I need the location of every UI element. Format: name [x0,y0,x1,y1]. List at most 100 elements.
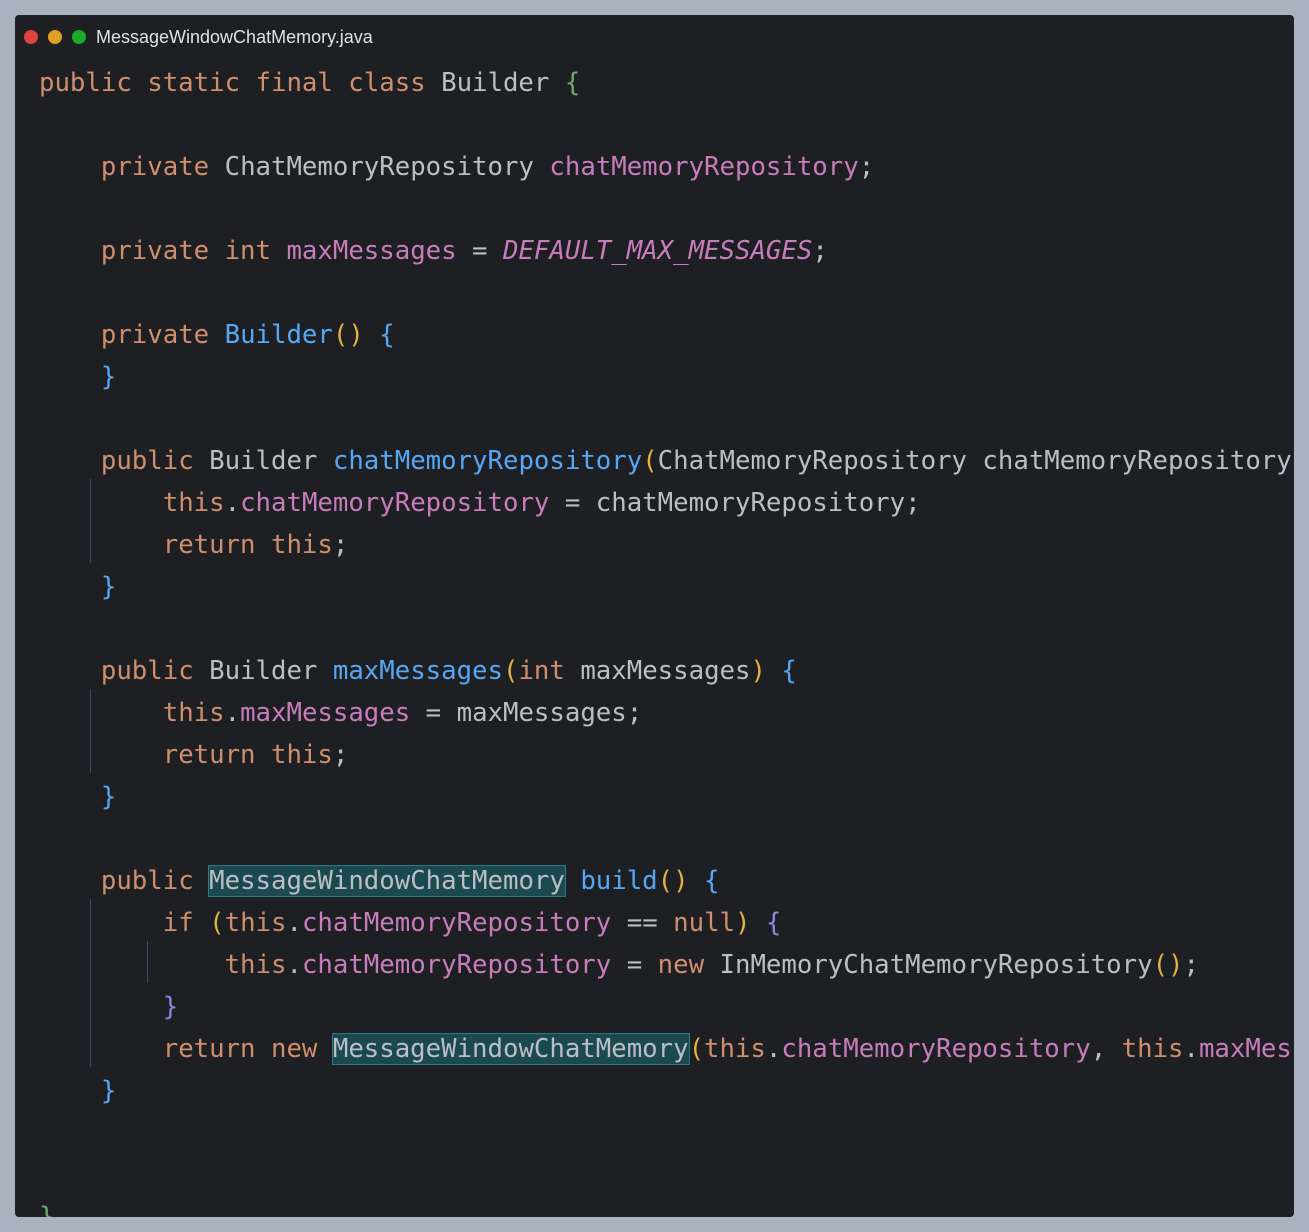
code-token: . [286,950,302,980]
code-token: () [1152,950,1184,980]
code-token: this [162,488,225,518]
code-token: ) [1292,446,1294,476]
code-token: . [1183,1034,1199,1064]
code-token: maxMessages [240,698,411,728]
code-line: } [39,566,1294,608]
code-token: } [39,1202,55,1217]
code-line: } [39,986,1294,1028]
code-token: ) [735,908,751,938]
code-token: = chatMemoryRepository; [549,488,921,518]
code-token: Builder [209,656,333,686]
code-token: { [781,656,797,686]
code-line: this.chatMemoryRepository = chatMemoryRe… [39,482,1294,524]
code-token: { [379,320,395,350]
code-token: { [564,68,581,98]
code-token: public [100,446,210,476]
code-token: return this [162,530,333,560]
code-token: public static final class [39,68,442,98]
code-token: ; [858,152,875,182]
code-token: chatMemoryRepository [781,1034,1091,1064]
code-token: chatMemoryRepository [301,950,612,980]
code-line: public static final class Builder { [39,62,1294,104]
code-token: return this [162,740,333,770]
code-line: public Builder chatMemoryRepository(Chat… [39,440,1294,482]
code-token: ( [688,1034,705,1064]
code-token: maxMessages [286,236,457,266]
code-token: } [100,362,117,392]
code-token: private [100,320,225,350]
code-view[interactable]: public static final class Builder { priv… [39,62,1294,1217]
code-line: } [39,1070,1294,1112]
code-token: new [657,950,720,980]
code-token: { [704,866,720,896]
code-token: () [657,866,689,896]
code-token: return new [162,1034,333,1064]
title-bar: MessageWindowChatMemory.java [15,15,1294,61]
code-token: maxMessages [332,656,503,686]
code-token: ( [503,656,519,686]
code-token: ; [1183,950,1199,980]
code-line: } [39,1196,1294,1217]
code-line: if (this.chatMemoryRepository == null) { [39,902,1294,944]
code-line: public MessageWindowChatMemory build() { [39,860,1294,902]
code-token: build [580,866,658,896]
editor-window: MessageWindowChatMemory.java public stat… [15,15,1294,1217]
highlighted-token: MessageWindowChatMemory [208,865,566,897]
minimize-button[interactable] [48,30,62,44]
zoom-button[interactable] [72,30,86,44]
code-line: public Builder maxMessages(int maxMessag… [39,650,1294,692]
code-line: } [39,776,1294,818]
code-line: private ChatMemoryRepository chatMemoryR… [39,146,1294,188]
code-token: () [332,320,364,350]
code-token: = [611,950,658,980]
close-button[interactable] [24,30,38,44]
code-token: public [100,866,210,896]
code-token: public [100,656,210,686]
code-token: . [224,488,241,518]
code-token: ChatMemoryRepository [224,152,550,182]
code-token: this [1121,1034,1184,1064]
code-line: return new MessageWindowChatMemory(this.… [39,1028,1294,1070]
code-line: private Builder() { [39,314,1294,356]
code-token: Builder [224,320,333,350]
code-token: ChatMemoryRepository chatMemoryRepositor… [657,446,1292,476]
code-token: maxMessages [1198,1034,1294,1064]
code-token: . [765,1034,782,1064]
code-token: ( [642,446,658,476]
code-token: int [518,656,581,686]
code-token: private int [100,236,287,266]
code-token: { [765,908,782,938]
code-token: InMemoryChatMemoryRepository [719,950,1153,980]
code-token: . [224,698,241,728]
code-token: null [673,908,736,938]
code-token: ( [209,908,225,938]
code-token: } [100,572,117,602]
code-line: this.maxMessages = maxMessages; [39,692,1294,734]
code-token: = maxMessages; [410,698,643,728]
code-token: chatMemoryRepository [240,488,550,518]
code-token: chatMemoryRepository [549,152,859,182]
code-token: } [162,992,179,1022]
code-token: } [100,782,117,812]
code-line: this.chatMemoryRepository = new InMemory… [39,944,1294,986]
code-line: } [39,356,1294,398]
